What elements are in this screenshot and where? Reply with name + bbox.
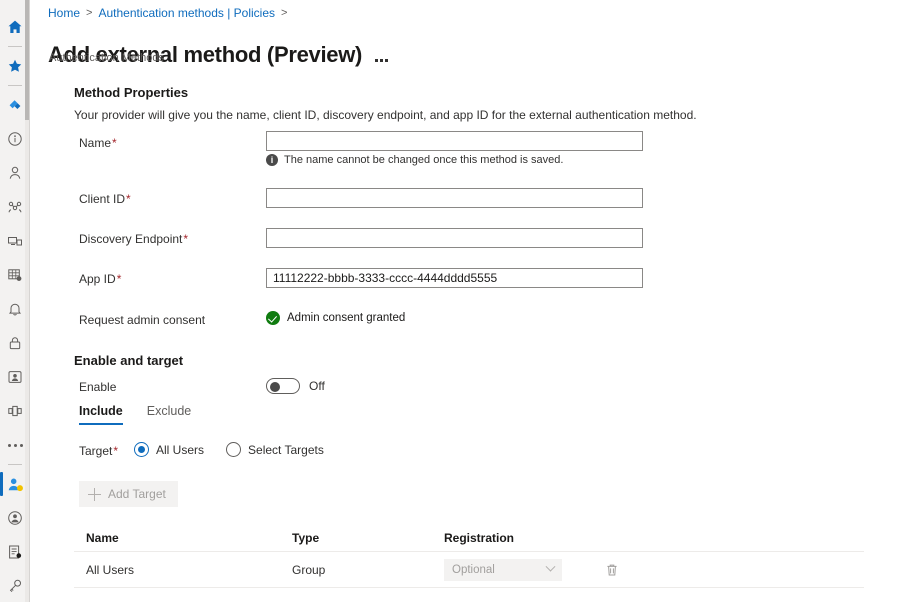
- main-content: Home > Authentication methods | Policies…: [30, 0, 901, 602]
- rail-scrollbar-thumb[interactable]: [25, 0, 29, 120]
- radio-select-targets[interactable]: [226, 442, 241, 457]
- rail-scrollbar[interactable]: [25, 0, 29, 602]
- left-icon-rail: [0, 0, 30, 602]
- breadcrumb-item-authentication-methods[interactable]: Authentication methods | Policies: [98, 6, 275, 20]
- discovery-endpoint-input[interactable]: [266, 228, 643, 248]
- required-marker: *: [126, 192, 131, 206]
- add-target-button[interactable]: Add Target: [79, 481, 178, 507]
- table-row: All Users Group Optional: [74, 552, 864, 588]
- cell-type: Group: [292, 563, 444, 577]
- enable-toggle-wrap: Off: [266, 378, 325, 394]
- name-field-note-text: The name cannot be changed once this met…: [284, 154, 563, 166]
- more-options-icon[interactable]: [372, 53, 391, 68]
- column-header-name: Name: [74, 531, 292, 545]
- registration-dropdown-value: Optional: [452, 564, 495, 576]
- governance-icon: [7, 403, 23, 419]
- applications-grid-icon: [7, 267, 23, 283]
- report-icon: [7, 544, 23, 560]
- rail-divider: [8, 464, 22, 465]
- plus-icon: [88, 488, 101, 501]
- account-circle-icon: [7, 510, 23, 526]
- chevron-down-icon: [546, 562, 556, 572]
- table-header-row: Name Type Registration: [74, 524, 864, 552]
- azure-diamond-icon: [7, 97, 23, 113]
- lock-icon: [7, 335, 23, 351]
- required-marker: *: [112, 136, 117, 150]
- enable-toggle-state: Off: [309, 379, 325, 393]
- column-header-registration: Registration: [444, 531, 604, 545]
- tab-include[interactable]: Include: [79, 404, 123, 425]
- required-marker: *: [113, 444, 118, 458]
- radio-select-targets-label: Select Targets: [248, 443, 324, 457]
- column-header-type: Type: [292, 531, 444, 545]
- target-table: Name Type Registration All Users Group O…: [74, 524, 864, 588]
- toggle-knob: [270, 382, 280, 392]
- devices-icon: [7, 233, 23, 249]
- page-subtitle: Authentication Methods: [49, 52, 164, 64]
- info-circle-icon: [7, 131, 23, 147]
- breadcrumb-separator: >: [86, 7, 92, 19]
- method-properties-heading: Method Properties: [74, 85, 188, 100]
- identity-badge-icon: [7, 369, 23, 385]
- cell-name: All Users: [74, 563, 292, 577]
- user-icon: [7, 165, 23, 181]
- include-exclude-pivot: Include Exclude: [79, 404, 191, 425]
- name-input[interactable]: [266, 131, 643, 151]
- request-admin-consent-label: Request admin consent: [79, 313, 205, 327]
- admin-consent-status: Admin consent granted: [266, 311, 405, 325]
- enable-and-target-heading: Enable and target: [74, 353, 183, 368]
- client-id-input[interactable]: [266, 188, 643, 208]
- name-label: Name*: [79, 136, 117, 150]
- required-marker: *: [183, 232, 188, 246]
- app-root: Home > Authentication methods | Policies…: [0, 0, 901, 602]
- app-id-label: App ID*: [79, 272, 121, 286]
- cell-actions: [604, 562, 664, 578]
- radio-all-users[interactable]: [134, 442, 149, 457]
- enable-toggle[interactable]: [266, 378, 300, 394]
- groups-icon: [7, 199, 23, 215]
- method-properties-description: Your provider will give you the name, cl…: [74, 108, 697, 122]
- trash-icon[interactable]: [604, 562, 620, 578]
- registration-dropdown[interactable]: Optional: [444, 559, 562, 581]
- user-authentication-icon: [7, 476, 24, 493]
- tab-exclude[interactable]: Exclude: [147, 404, 191, 425]
- breadcrumb: Home > Authentication methods | Policies…: [48, 6, 287, 20]
- name-field-note: i The name cannot be changed once this m…: [266, 154, 563, 166]
- target-radio-group: All Users Select Targets: [134, 442, 324, 457]
- info-circle-filled-icon: i: [266, 154, 278, 166]
- cell-registration: Optional: [444, 559, 604, 581]
- check-circle-filled-icon: [266, 311, 280, 325]
- favorites-star-icon: [7, 58, 23, 74]
- admin-consent-status-text: Admin consent granted: [287, 312, 405, 324]
- radio-option-all-users[interactable]: All Users: [134, 442, 204, 457]
- radio-option-select-targets[interactable]: Select Targets: [226, 442, 324, 457]
- add-target-label: Add Target: [108, 487, 166, 501]
- home-icon: [7, 19, 23, 35]
- breadcrumb-separator: >: [281, 7, 287, 19]
- key-icon: [7, 578, 23, 594]
- discovery-endpoint-label: Discovery Endpoint*: [79, 232, 188, 246]
- app-id-input[interactable]: [266, 268, 643, 288]
- required-marker: *: [117, 272, 122, 286]
- radio-all-users-label: All Users: [156, 443, 204, 457]
- rail-divider: [8, 46, 22, 47]
- bell-icon: [7, 301, 23, 317]
- breadcrumb-item-home[interactable]: Home: [48, 6, 80, 20]
- rail-divider: [8, 85, 22, 86]
- client-id-label: Client ID*: [79, 192, 131, 206]
- target-label: Target*: [79, 444, 118, 458]
- enable-label: Enable: [79, 380, 116, 394]
